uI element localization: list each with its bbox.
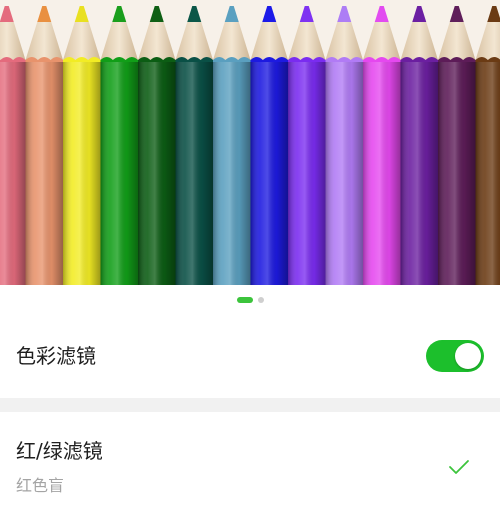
color-filter-row[interactable]: 色彩滤镜 bbox=[0, 328, 500, 386]
pencil-tip bbox=[299, 6, 314, 22]
checkmark-icon bbox=[449, 460, 469, 474]
pencil bbox=[400, 6, 438, 285]
pencil-tip bbox=[74, 6, 89, 22]
pencil-wood bbox=[0, 22, 26, 60]
pencil bbox=[363, 6, 401, 285]
red-green-filter-option[interactable]: 红/绿滤镜 红色盲 bbox=[0, 412, 500, 505]
pencil-shading bbox=[175, 60, 213, 285]
pencil-tip bbox=[412, 6, 427, 22]
pencil-shading bbox=[138, 60, 176, 285]
pencil-shading bbox=[25, 60, 63, 285]
pencil bbox=[288, 6, 326, 285]
pencil-shading bbox=[100, 60, 138, 285]
pencil-tip bbox=[487, 6, 500, 22]
toggle-knob bbox=[455, 343, 481, 369]
pencil-shading bbox=[475, 60, 500, 285]
pencil-shading bbox=[363, 60, 401, 285]
pencil-tip bbox=[187, 6, 202, 22]
pencil-wood bbox=[325, 22, 363, 60]
pencil bbox=[63, 6, 101, 285]
pencil-wood bbox=[363, 22, 401, 60]
pencil-tip bbox=[149, 6, 164, 22]
pencil-edge bbox=[250, 57, 288, 62]
pencil-edge bbox=[400, 57, 438, 62]
pencil-wood bbox=[475, 22, 500, 60]
page-dot-active bbox=[236, 297, 253, 303]
pencil-edge bbox=[63, 57, 101, 62]
pencil-wood bbox=[438, 22, 476, 60]
pencil-edge bbox=[25, 57, 63, 62]
pencil-tip bbox=[0, 6, 14, 22]
pencil bbox=[438, 6, 476, 285]
pencil-wood bbox=[288, 22, 326, 60]
pencil-tip bbox=[337, 6, 352, 22]
red-green-filter-label: 红/绿滤镜 bbox=[16, 439, 103, 463]
pencil-shading bbox=[325, 60, 363, 285]
pencil-wood bbox=[100, 22, 138, 60]
pencil-edge bbox=[363, 57, 401, 62]
pencil-shading bbox=[400, 60, 438, 285]
page-dot-inactive bbox=[257, 297, 264, 303]
pencil-edge bbox=[325, 57, 363, 62]
color-filter-toggle[interactable] bbox=[426, 340, 484, 372]
pencil-tip bbox=[262, 6, 277, 22]
pencil-wood bbox=[175, 22, 213, 60]
section-divider bbox=[0, 398, 500, 412]
pencil-tip bbox=[37, 6, 52, 22]
pencil bbox=[475, 6, 500, 285]
pencil-shading bbox=[0, 60, 26, 285]
pencil-shading bbox=[250, 60, 288, 285]
protanopia-sublabel: 红色盲 bbox=[16, 476, 65, 495]
pencils-illustration bbox=[0, 6, 500, 285]
pencil-shading bbox=[63, 60, 101, 285]
pencil-wood bbox=[400, 22, 438, 60]
pencil-edge bbox=[138, 57, 176, 62]
colored-pencils-image bbox=[0, 0, 500, 285]
pencil bbox=[100, 6, 138, 285]
pencil-wood bbox=[63, 22, 101, 60]
pencil-shading bbox=[288, 60, 326, 285]
pencil-wood bbox=[138, 22, 176, 60]
pencil-wood bbox=[213, 22, 251, 60]
pencil bbox=[325, 6, 363, 285]
pencil bbox=[175, 6, 213, 285]
pencil bbox=[138, 6, 176, 285]
pencil-tip bbox=[224, 6, 239, 22]
pencil-wood bbox=[25, 22, 63, 60]
pencil-wood bbox=[250, 22, 288, 60]
color-filter-label: 色彩滤镜 bbox=[16, 344, 96, 368]
pencil-edge bbox=[288, 57, 326, 62]
pencil-edge bbox=[438, 57, 476, 62]
pencil-edge bbox=[175, 57, 213, 62]
pencil-tip bbox=[112, 6, 127, 22]
pencil bbox=[213, 6, 251, 285]
pencil-edge bbox=[100, 57, 138, 62]
pencil-edge bbox=[213, 57, 251, 62]
pencil bbox=[0, 6, 26, 285]
page-indicator bbox=[0, 295, 500, 305]
color-filter-screen: 色彩滤镜 红/绿滤镜 红色盲 bbox=[0, 0, 500, 505]
pencil bbox=[25, 6, 63, 285]
pencil-tip bbox=[449, 6, 464, 22]
pencil-shading bbox=[213, 60, 251, 285]
pencil-tip bbox=[374, 6, 389, 22]
pencil-shading bbox=[438, 60, 476, 285]
pencil bbox=[250, 6, 288, 285]
